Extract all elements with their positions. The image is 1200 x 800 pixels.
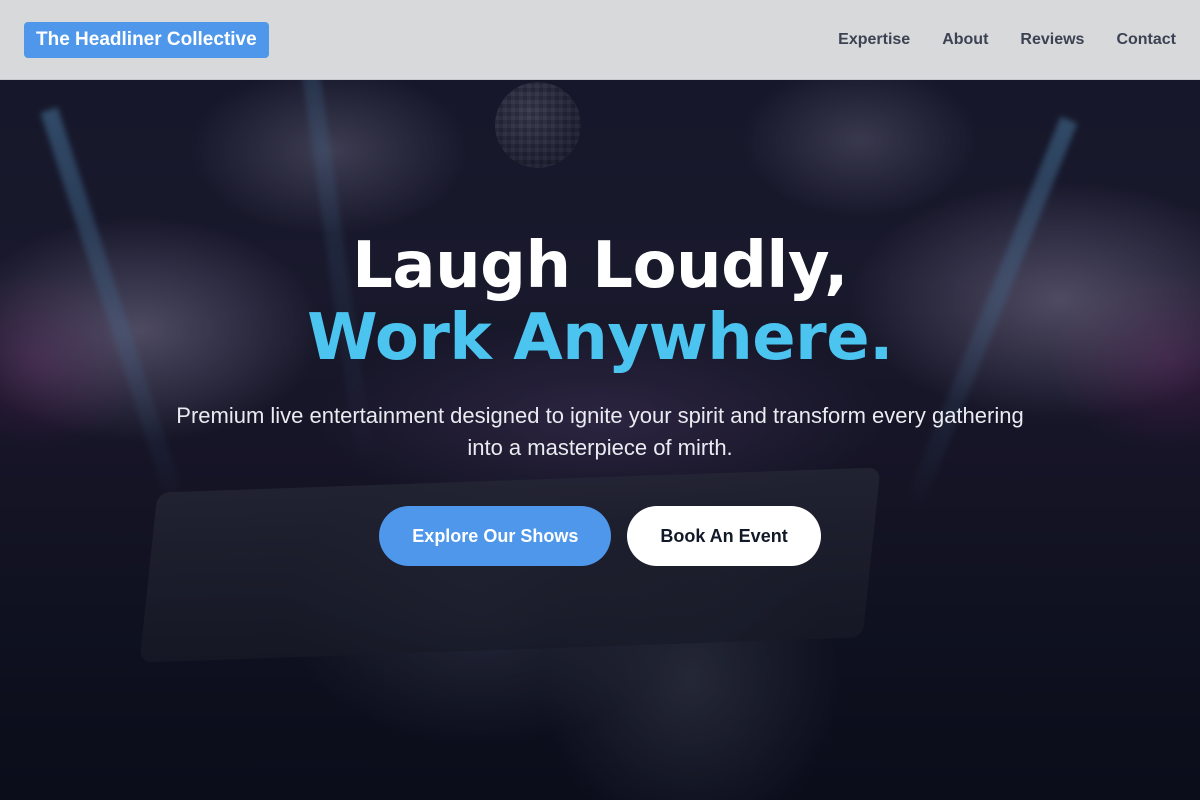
main-nav: Expertise About Reviews Contact [838,0,1176,80]
nav-link-contact[interactable]: Contact [1116,31,1176,49]
site-header: The Headliner Collective Expertise About… [0,0,1200,80]
brand-logo[interactable]: The Headliner Collective [24,22,269,58]
landing-page: The Headliner Collective Expertise About… [0,0,1200,800]
book-event-button[interactable]: Book An Event [627,506,821,566]
cta-group: Explore Our Shows Book An Event [0,506,1200,566]
hero-section: Laugh Loudly, Work Anywhere. Premium liv… [0,230,1200,566]
headline-line-2: Work Anywhere. [307,301,893,375]
nav-link-about[interactable]: About [942,31,988,49]
nav-link-reviews[interactable]: Reviews [1020,31,1084,49]
explore-shows-button[interactable]: Explore Our Shows [379,506,612,566]
hero-headline: Laugh Loudly, Work Anywhere. [0,230,1200,374]
headline-line-1: Laugh Loudly, [352,229,848,303]
hero-subtitle: Premium live entertainment designed to i… [176,403,1024,460]
nav-link-expertise[interactable]: Expertise [838,31,910,49]
